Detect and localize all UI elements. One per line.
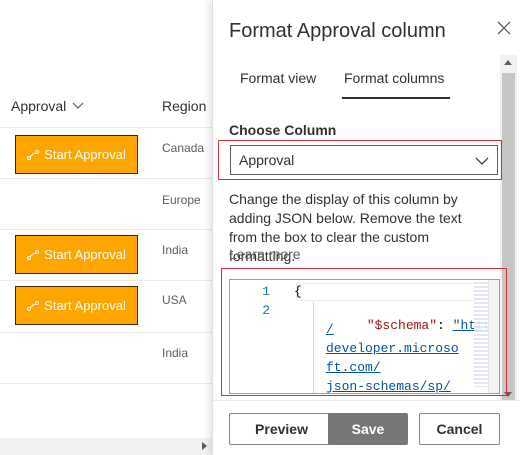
start-approval-button[interactable]: Start Approval	[15, 235, 138, 274]
start-approval-label: Start Approval	[44, 147, 126, 162]
editor-vertical-scrollbar[interactable]	[488, 280, 499, 393]
start-approval-button[interactable]: Start Approval	[15, 286, 138, 325]
region-cell: Canada	[162, 141, 205, 155]
column-header-approval[interactable]: Approval	[11, 98, 84, 114]
list-view: Approval Region Start Approval Canada Eu…	[0, 0, 212, 455]
json-url-part[interactable]: developer.microso	[326, 341, 459, 356]
column-header-approval-label: Approval	[11, 98, 67, 114]
chevron-down-icon	[475, 157, 489, 165]
save-button[interactable]: Save	[328, 413, 408, 445]
json-url-part[interactable]: /	[326, 322, 334, 337]
table-row[interactable]: India	[0, 334, 212, 384]
table-row[interactable]: Start Approval India	[0, 231, 212, 281]
close-icon[interactable]	[495, 19, 513, 37]
column-select-value: Approval	[239, 152, 295, 168]
choose-column-label: Choose Column	[229, 122, 337, 138]
line-number: 1	[262, 284, 270, 299]
table-row[interactable]: Start Approval USA	[0, 282, 212, 333]
json-url-part[interactable]: json-schemas/sp/	[326, 379, 451, 393]
scroll-right-arrow-icon[interactable]	[202, 442, 207, 450]
table-row[interactable]: Europe	[0, 180, 212, 230]
json-url-part[interactable]: ft.com/	[326, 360, 381, 375]
preview-button[interactable]: Preview	[229, 413, 334, 445]
code-line-1: {	[294, 284, 302, 299]
start-approval-label: Start Approval	[44, 298, 126, 313]
selected-tab-indicator	[342, 97, 450, 99]
editor-minimap[interactable]	[474, 282, 488, 387]
column-select[interactable]: Approval	[230, 145, 498, 175]
chevron-down-icon	[72, 102, 84, 109]
region-cell: USA	[162, 293, 187, 307]
tab-format-view[interactable]: Format view	[240, 70, 316, 86]
column-header-region[interactable]: Region	[162, 98, 206, 114]
scroll-up-arrow-icon[interactable]	[504, 60, 512, 65]
current-line-highlight	[296, 283, 486, 301]
panel-title: Format Approval column	[229, 20, 446, 42]
flow-icon	[27, 149, 40, 160]
region-cell: India	[162, 346, 189, 360]
format-column-panel: Format Approval column Format view Forma…	[212, 0, 520, 455]
cancel-button[interactable]: Cancel	[419, 413, 500, 445]
tab-format-columns[interactable]: Format columns	[344, 70, 444, 86]
learn-more-link[interactable]: Learn more	[229, 246, 301, 262]
region-cell: India	[162, 243, 189, 257]
region-cell: Europe	[162, 193, 201, 207]
indent-guide	[313, 302, 314, 393]
footer-divider	[213, 400, 520, 401]
start-approval-label: Start Approval	[44, 247, 126, 262]
flow-icon	[27, 300, 40, 311]
line-number: 2	[262, 303, 270, 318]
json-editor[interactable]: 1 2 { "$schema": "https:/ / developer.mi…	[229, 279, 500, 394]
flow-icon	[27, 249, 40, 260]
start-approval-button[interactable]: Start Approval	[15, 135, 138, 174]
table-row[interactable]: Start Approval Canada	[0, 128, 212, 179]
json-colon: :	[437, 318, 453, 333]
json-key: "$schema"	[366, 318, 438, 333]
horizontal-scrollbar[interactable]	[0, 438, 212, 455]
